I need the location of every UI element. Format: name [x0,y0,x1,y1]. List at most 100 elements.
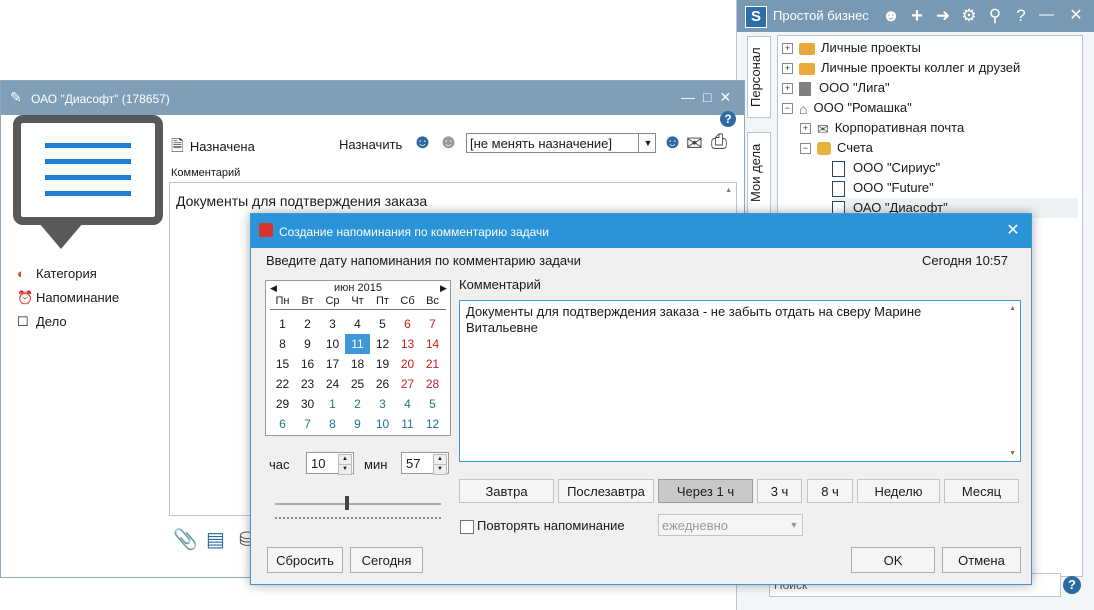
calendar-day[interactable]: 3 [370,394,395,414]
reminder-comment-textarea[interactable]: Документы для подтверждения заказа - не … [459,300,1021,462]
scanner-icon[interactable]: ▤ [206,527,225,552]
assign-user-disabled-icon[interactable]: ☻ [438,131,459,154]
calendar-day[interactable]: 5 [370,314,395,334]
expand-icon[interactable]: + [782,83,793,95]
minute-spinner[interactable]: 57 ▲ ▼ [401,452,449,475]
scroll-down-icon[interactable]: ▼ [1009,450,1016,457]
calendar-day[interactable]: 2 [345,394,370,414]
plus-icon[interactable]: + [907,6,927,26]
calendar-day[interactable]: 10 [320,334,345,354]
window-controls[interactable]: —□✕ [681,89,739,106]
help-icon[interactable]: ? [1063,576,1081,594]
today-button[interactable]: Сегодня [350,547,423,573]
calendar-day[interactable]: 23 [295,374,320,394]
calendar-day[interactable]: 21 [420,354,445,374]
calendar-day[interactable]: 2 [295,314,320,334]
help-icon[interactable]: ? [1011,6,1031,26]
tree-item[interactable]: + ✉ Корпоративная почта [800,118,964,138]
quick-1h-button[interactable]: Через 1 ч [658,479,753,503]
calendar-day[interactable]: 9 [345,414,370,434]
tree-item[interactable]: + ООО "Лига" [782,78,890,98]
calendar-day[interactable]: 12 [370,334,395,354]
collapse-icon[interactable]: − [782,103,793,115]
search-icon[interactable]: ⚲ [985,6,1005,26]
category-option[interactable]: ◐ Категория [17,266,97,281]
minimize-button[interactable]: — [1039,6,1054,23]
calendar-day[interactable]: 7 [420,314,445,334]
envelope-check-icon[interactable]: ✉ [686,131,703,156]
user-check-icon[interactable]: ☻ [662,131,683,154]
assign-select[interactable]: [не менять назначение] [466,133,656,153]
assign-user-icon[interactable]: ☻ [412,131,433,154]
task-option[interactable]: ☐ Дело [17,314,67,330]
calendar-day[interactable]: 4 [395,394,420,414]
calendar-day[interactable]: 28 [420,374,445,394]
calendar-day[interactable]: 9 [295,334,320,354]
quick-3h-button[interactable]: 3 ч [757,479,802,503]
printer-icon[interactable]: ⎙ [711,131,727,154]
user-icon[interactable]: ☻ [881,6,901,26]
tree-item[interactable]: ООО "Сириус" [832,158,940,178]
calendar-day[interactable]: 3 [320,314,345,334]
quick-day-after-button[interactable]: Послезавтра [558,479,654,503]
tree-item[interactable]: ООО "Future" [832,178,934,198]
calendar-day[interactable]: 5 [420,394,445,414]
tree-item[interactable]: + Личные проекты коллег и друзей [782,58,1020,78]
slider-thumb[interactable] [345,496,349,510]
calendar-day[interactable]: 8 [320,414,345,434]
calendar-day[interactable]: 7 [295,414,320,434]
close-button[interactable]: ✕ [1063,5,1089,27]
calendar-day[interactable]: 25 [345,374,370,394]
scroll-up-icon[interactable]: ▲ [1009,305,1016,312]
chevron-down-icon[interactable]: ▼ [786,514,802,536]
calendar-day[interactable]: 11 [345,334,370,354]
paperclip-icon[interactable]: 📎 [173,527,198,552]
tab-personnel[interactable]: Персонал [747,36,771,118]
gear-icon[interactable]: ⚙ [959,6,979,26]
calendar-day[interactable]: 20 [395,354,420,374]
prev-month-icon[interactable]: ◀ [270,283,277,294]
tree-item[interactable]: + Личные проекты [782,38,921,58]
next-month-icon[interactable]: ▶ [440,283,447,294]
calendar-day[interactable]: 10 [370,414,395,434]
calendar-day[interactable]: 12 [420,414,445,434]
expand-icon[interactable]: + [800,123,811,135]
calendar-day[interactable]: 1 [320,394,345,414]
cancel-button[interactable]: Отмена [942,547,1021,573]
quick-tomorrow-button[interactable]: Завтра [459,479,554,503]
calendar-day[interactable]: 4 [345,314,370,334]
calendar-day[interactable]: 29 [270,394,295,414]
expand-icon[interactable]: + [782,63,793,75]
calendar-day[interactable]: 14 [420,334,445,354]
calendar-day[interactable]: 8 [270,334,295,354]
quick-8h-button[interactable]: 8 ч [807,479,853,503]
quick-week-button[interactable]: Неделю [857,479,940,503]
tree-item[interactable]: − Счета [800,138,873,158]
spin-down-icon[interactable]: ▼ [433,464,447,475]
calendar-day[interactable]: 16 [295,354,320,374]
calendar-day[interactable]: 30 [295,394,320,414]
calendar-day[interactable]: 18 [345,354,370,374]
calendar-day[interactable]: 1 [270,314,295,334]
quick-month-button[interactable]: Месяц [944,479,1019,503]
close-button[interactable]: ✕ [1001,221,1025,241]
calendar-day[interactable]: 19 [370,354,395,374]
tree-item[interactable]: − ⌂ ООО "Ромашка" [782,98,912,118]
calendar-day[interactable]: 6 [395,314,420,334]
chevron-down-icon[interactable]: ▼ [638,133,657,153]
calendar-day[interactable]: 27 [395,374,420,394]
help-icon[interactable]: ? [720,111,736,127]
collapse-icon[interactable]: − [800,143,811,155]
calendar-day[interactable]: 6 [270,414,295,434]
calendar-day[interactable]: 15 [270,354,295,374]
tab-my-tasks[interactable]: Мои дела [747,132,771,214]
reminder-option[interactable]: ⏰ Напоминание [17,290,119,306]
calendar-day[interactable]: 17 [320,354,345,374]
ok-button[interactable]: OK [851,547,935,573]
repeat-checkbox[interactable] [460,520,474,534]
checkbox[interactable]: ☐ [17,314,31,330]
repeat-select[interactable]: ежедневно [658,514,803,536]
calendar-day[interactable]: 26 [370,374,395,394]
hour-spinner[interactable]: 10 ▲ ▼ [306,452,354,475]
arrow-right-icon[interactable]: ➜ [933,6,953,26]
